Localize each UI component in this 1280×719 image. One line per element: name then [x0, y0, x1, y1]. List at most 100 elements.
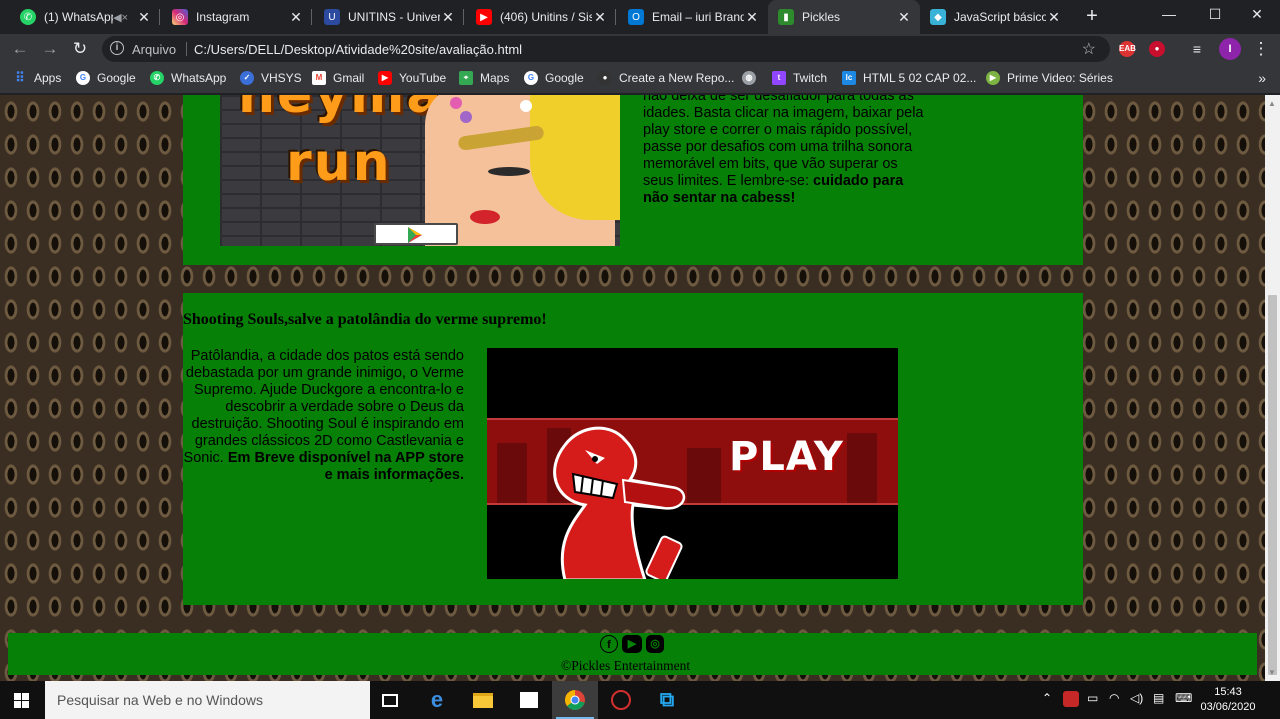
vhsys-icon: ✓	[240, 71, 254, 85]
task-view-icon[interactable]	[367, 681, 413, 719]
red-extension-icon[interactable]: ●	[1149, 41, 1165, 57]
bookmark-gmail[interactable]: M Gmail	[312, 71, 364, 85]
tab-instagram[interactable]: ◎ Instagram ✕	[162, 0, 312, 34]
character-lips	[470, 210, 500, 224]
maximize-button[interactable]: ☐	[1192, 0, 1238, 30]
close-tab-icon[interactable]: ✕	[288, 9, 304, 26]
game-card-neymar-run: neymar run não deixa de ser desafiador p…	[183, 95, 1083, 265]
whatsapp-icon: ✆	[20, 9, 36, 25]
game-app-icon[interactable]	[598, 681, 644, 719]
url-text[interactable]: C:/Users/DELL/Desktop/Atividade%20site/a…	[194, 42, 522, 57]
vertical-scrollbar[interactable]: ▲ ▼	[1265, 95, 1280, 681]
adblock-extension-icon[interactable]: EAB	[1119, 41, 1136, 57]
close-window-button[interactable]: ✕	[1234, 0, 1280, 30]
description-bold-text: Em Breve disponível na APP store e mais …	[227, 450, 464, 483]
tab-youtube[interactable]: ▶ (406) Unitins / Sist ✕	[466, 0, 616, 34]
close-tab-icon[interactable]: ✕	[440, 9, 456, 26]
windows-logo-pane	[14, 701, 21, 708]
clock-time: 15:43	[1214, 686, 1242, 698]
bookmark-label: Gmail	[333, 71, 365, 85]
volume-icon[interactable]: ◁)	[1130, 691, 1143, 705]
bookmark-google[interactable]: G Google	[76, 71, 136, 85]
close-tab-icon[interactable]: ✕	[592, 9, 608, 26]
google-play-icon	[408, 227, 422, 243]
minimize-button[interactable]: —	[1146, 0, 1192, 30]
tab-unitins[interactable]: U UNITINS - Univers ✕	[314, 0, 464, 34]
bookmark-github[interactable]: ● Create a New Repo...	[598, 71, 734, 85]
shooting-souls-banner-image[interactable]: PLAY	[487, 348, 898, 579]
bookmark-vhsys[interactable]: ✓ VHSYS	[240, 71, 302, 85]
bookmark-whatsapp[interactable]: ✆ WhatsApp	[150, 71, 226, 85]
chrome-logo	[565, 690, 585, 710]
copyright-text: ©Pickles Entertainment	[561, 658, 691, 673]
close-tab-icon[interactable]: ✕	[1046, 9, 1062, 26]
battery-icon[interactable]: ▭	[1087, 691, 1098, 705]
reload-button[interactable]: ↻	[69, 38, 91, 60]
close-tab-icon[interactable]: ✕	[136, 9, 152, 26]
profile-avatar[interactable]: I	[1219, 38, 1241, 60]
bookmark-google-2[interactable]: G Google	[524, 71, 584, 85]
neymar-run-description: não deixa de ser desafiador para todas a…	[643, 95, 928, 207]
keyboard-icon[interactable]: ⌨	[1175, 691, 1192, 705]
bookmark-label: Google	[545, 71, 584, 85]
bookmarks-overflow-button[interactable]: »	[1258, 70, 1266, 86]
tab-title: Email – iuri Brandã	[652, 10, 744, 24]
tray-expand-icon[interactable]: ⌃	[1042, 691, 1052, 705]
system-clock[interactable]: 15:43 03/06/2020	[1198, 685, 1258, 715]
scroll-up-arrow-icon[interactable]: ▲	[1268, 99, 1276, 108]
bookmark-star-icon[interactable]: ☆	[1082, 39, 1096, 59]
taskbar-search-box[interactable]: Pesquisar na Web e no Windows	[45, 681, 370, 719]
close-tab-icon[interactable]: ✕	[896, 9, 912, 26]
google-icon: G	[524, 71, 538, 85]
facebook-icon[interactable]: f	[600, 635, 618, 653]
vscode-icon[interactable]: ⧉	[644, 681, 690, 719]
angry-duck-character	[553, 426, 686, 579]
bookmark-html5[interactable]: lc HTML 5 02 CAP 02...	[842, 71, 976, 85]
maps-icon: ⌖	[459, 71, 473, 85]
edge-icon[interactable]: e	[414, 681, 460, 719]
neymar-run-banner-image[interactable]: neymar run	[220, 95, 620, 246]
tab-separator	[463, 9, 464, 25]
bookmark-twitch[interactable]: t Twitch	[772, 71, 827, 85]
scroll-down-arrow-icon[interactable]: ▼	[1268, 668, 1276, 677]
close-tab-icon[interactable]: ✕	[744, 9, 760, 26]
google-play-badge[interactable]	[374, 223, 458, 245]
outlook-icon: O	[628, 9, 644, 25]
prime-icon: ▶	[986, 71, 1000, 85]
clock-date: 03/06/2020	[1200, 701, 1256, 713]
tab-javascript[interactable]: ◆ JavaScript básico - ✕	[920, 0, 1070, 34]
media-queue-icon[interactable]: ≡	[1186, 38, 1208, 60]
tray-app-icon[interactable]	[1063, 691, 1079, 707]
bookmark-globe[interactable]: ◍	[742, 71, 763, 85]
file-explorer-icon[interactable]	[460, 681, 506, 719]
bookmark-youtube[interactable]: ▶ YouTube	[378, 71, 446, 85]
chrome-icon[interactable]	[552, 681, 598, 719]
scrollbar-thumb[interactable]	[1268, 295, 1277, 675]
tab-email[interactable]: O Email – iuri Brandã ✕	[618, 0, 768, 34]
bookmark-apps[interactable]: ⠿ Apps	[13, 70, 61, 86]
wifi-icon[interactable]: ◠	[1109, 691, 1119, 705]
apps-grid-icon: ⠿	[15, 70, 25, 85]
notifications-icon[interactable]: ▤	[1153, 691, 1164, 705]
forward-button[interactable]: →	[39, 38, 61, 60]
tab-pickles[interactable]: ▮ Pickles ✕	[768, 0, 920, 34]
windows-logo-pane	[22, 701, 29, 708]
store-icon[interactable]	[506, 681, 552, 719]
menu-kebab-icon[interactable]: ⋮	[1250, 38, 1272, 60]
back-button[interactable]: ←	[9, 38, 31, 60]
tab-title: UNITINS - Univers	[348, 10, 440, 24]
address-bar[interactable]: i Arquivo C:/Users/DELL/Desktop/Atividad…	[102, 36, 1110, 62]
windows-start-button[interactable]	[0, 681, 44, 719]
tab-whatsapp[interactable]: ✆ (1) WhatsApp ◀× ✕	[10, 0, 160, 34]
bookmark-prime-video[interactable]: ▶ Prime Video: Séries	[986, 71, 1113, 85]
bookmarks-bar: ⠿ Apps G Google ✆ WhatsApp ✓ VHSYS M Gmail ▶ Y…	[0, 64, 1280, 94]
instagram-icon[interactable]: ◎	[646, 635, 664, 653]
info-icon[interactable]: i	[110, 41, 124, 55]
description-text: Patôlandia, a cidade dos patos está send…	[183, 348, 464, 466]
tab-strip: ✆ (1) WhatsApp ◀× ✕ ◎ Instagram ✕ U UNIT…	[0, 0, 1280, 34]
bookmark-label: Maps	[480, 71, 510, 85]
speaker-muted-icon[interactable]: ◀×	[113, 11, 128, 24]
youtube-icon[interactable]: ▶	[622, 635, 642, 653]
bookmark-maps[interactable]: ⌖ Maps	[459, 71, 509, 85]
new-tab-button[interactable]: +	[1082, 5, 1102, 27]
